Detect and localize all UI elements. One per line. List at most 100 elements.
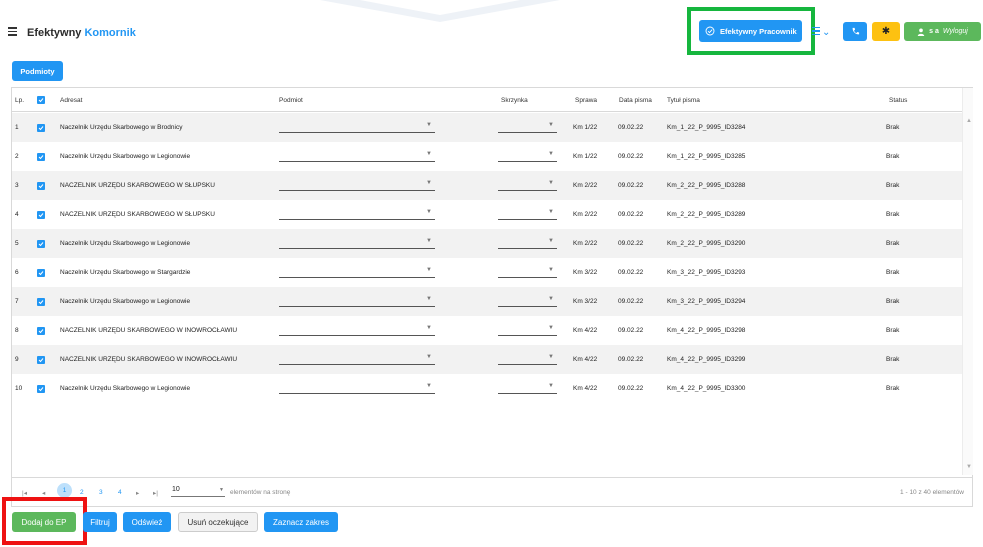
cell-status: Brak (886, 182, 900, 189)
cell-data-pisma: 09.02.22 (618, 356, 644, 363)
col-sprawa[interactable]: Sprawa (575, 97, 597, 104)
podmiot-select[interactable]: Urząd Skarbowy w Legionowie ▼ (279, 381, 435, 394)
scroll-up-icon[interactable]: ▲ (966, 118, 972, 124)
podmiot-select[interactable]: Urząd Skarbowy w Legionowie ▼ (279, 294, 435, 307)
chevron-down-icon: ▼ (548, 267, 554, 273)
row-checkbox[interactable] (37, 182, 45, 190)
skrzynka-select[interactable]: eZajecia ▼ (498, 207, 557, 220)
logout-button[interactable]: s a Wyloguj (904, 22, 981, 41)
chevron-down-icon: ▼ (426, 383, 432, 389)
podmiot-select[interactable]: URZĄD SKARBOWY W INOWROCŁAWIU ▼ (279, 352, 435, 365)
skrzynka-value: eZajecia (498, 363, 528, 364)
chevron-down-icon: ▼ (548, 151, 554, 157)
data-table: Lp. Adresat Podmiot Skrzynka Sprawa Data… (11, 87, 973, 507)
table-row[interactable]: 8 NACZELNIK URZĘDU SKARBOWEGO W INOWROCŁA… (12, 316, 962, 345)
row-checkbox[interactable] (37, 327, 45, 335)
skrzynka-select[interactable]: eZajecia ▼ (498, 352, 557, 365)
podmiot-select[interactable]: Urząd Skarbowy w Legionowie ▼ (279, 149, 435, 162)
podmiot-select[interactable]: URZĄD SKARBOWY W STARGARDZIE ▼ (279, 265, 435, 278)
cell-sprawa: Km 4/22 (573, 356, 598, 363)
brand-part1: Efektywny (27, 27, 82, 39)
skrzynka-select[interactable]: eZajecia ▼ (498, 323, 557, 336)
cell-sprawa: Km 1/22 (573, 124, 598, 131)
range-label: 1 - 10 z 40 elementów (900, 489, 964, 496)
row-checkbox[interactable] (37, 298, 45, 306)
podmiot-select[interactable]: Urząd Skarbowy w Legionowie ▼ (279, 236, 435, 249)
table-row[interactable]: 3 NACZELNIK URZĘDU SKARBOWEGO W SŁUPSKU UR… (12, 171, 962, 200)
podmioty-button[interactable]: Podmioty (12, 61, 63, 81)
skrzynka-select[interactable]: eZajecia ▼ (498, 381, 557, 394)
page-size-select[interactable]: 10 ▼ (171, 484, 225, 497)
skrzynka-select[interactable]: eZajecia ▼ (498, 178, 557, 191)
table-row[interactable]: 10 Naczelnik Urzędu Skarbowego w Legionow… (12, 374, 962, 403)
last-page-button[interactable]: ▸| (153, 489, 158, 497)
chevron-down-icon: ▼ (548, 180, 554, 186)
row-checkbox[interactable] (37, 240, 45, 248)
table-row[interactable]: 9 NACZELNIK URZĘDU SKARBOWEGO W INOWROCŁA… (12, 345, 962, 374)
page-4-button[interactable]: 4 (118, 489, 122, 496)
row-checkbox[interactable] (37, 269, 45, 277)
menu-dropdown[interactable]: ⌄ (812, 24, 836, 40)
podmiot-value: URZĄD SKARBOWY W INOWROCŁAWIU (279, 334, 435, 335)
settings-button[interactable]: ✱ (872, 22, 900, 41)
skrzynka-select[interactable]: eZajecia ▼ (498, 294, 557, 307)
row-checkbox[interactable] (37, 124, 45, 132)
page-2-button[interactable]: 2 (80, 489, 84, 496)
hamburger-icon[interactable] (8, 27, 17, 36)
row-checkbox[interactable] (37, 356, 45, 364)
row-checkbox[interactable] (37, 211, 45, 219)
scroll-down-icon[interactable]: ▼ (966, 464, 972, 470)
skrzynka-value: eZajecia (498, 189, 528, 190)
table-row[interactable]: 1 Naczelnik Urzędu Skarbowego w Brodnicy U… (12, 113, 962, 142)
odswiez-button[interactable]: Odśwież (123, 512, 171, 532)
col-data-pisma[interactable]: Data pisma (619, 97, 652, 104)
table-row[interactable]: 2 Naczelnik Urzędu Skarbowego w Legionowi… (12, 142, 962, 171)
cell-lp: 8 (15, 327, 19, 334)
zaznacz-zakres-button[interactable]: Zaznacz zakres (264, 512, 338, 532)
next-page-button[interactable]: ▸ (136, 489, 139, 497)
dodaj-do-ep-button[interactable]: Dodaj do EP (12, 512, 76, 532)
table-row[interactable]: 6 Naczelnik Urzędu Skarbowego w Stargardz… (12, 258, 962, 287)
skrzynka-select[interactable]: eZajecia ▼ (498, 149, 557, 162)
col-lp[interactable]: Lp. (15, 97, 24, 104)
page-3-button[interactable]: 3 (99, 489, 103, 496)
table-row[interactable]: 4 NACZELNIK URZĘDU SKARBOWEGO W SŁUPSKU UR… (12, 200, 962, 229)
skrzynka-select[interactable]: eZajecia ▼ (498, 265, 557, 278)
first-page-button[interactable]: |◂ (22, 489, 27, 497)
skrzynka-select[interactable]: eZajecia ▼ (498, 236, 557, 249)
cell-adresat: NACZELNIK URZĘDU SKARBOWEGO W INOWROCŁAW… (60, 327, 238, 334)
col-tytul-pisma[interactable]: Tytuł pisma (667, 97, 700, 104)
cell-status: Brak (886, 211, 900, 218)
table-scrollbar[interactable]: ▲ ▼ (962, 88, 973, 475)
per-page-label: elementów na stronę (230, 489, 291, 496)
cell-tytul-pisma: Km_3_22_P_9995_ID3293 (667, 269, 746, 276)
cell-lp: 10 (15, 385, 23, 392)
prev-page-button[interactable]: ◂ (42, 489, 45, 497)
podmiot-select[interactable]: URZĄD SKARBOWY W INOWROCŁAWIU ▼ (279, 323, 435, 336)
col-podmiot[interactable]: Podmiot (279, 97, 303, 104)
podmiot-value: URZĄD SKARBOWY W BRODNICY (279, 131, 417, 132)
phone-icon (852, 27, 859, 35)
col-adresat[interactable]: Adresat (60, 97, 82, 104)
chevron-down-icon: ▼ (426, 267, 432, 273)
podmiot-select[interactable]: URZĄD SKARBOWY W SŁUPSKU ▼ (279, 178, 435, 191)
table-row[interactable]: 5 Naczelnik Urzędu Skarbowego w Legionowi… (12, 229, 962, 258)
col-skrzynka[interactable]: Skrzynka (501, 97, 528, 104)
cell-lp: 2 (15, 153, 19, 160)
row-checkbox[interactable] (37, 153, 45, 161)
page-1-button[interactable]: 1 (57, 483, 72, 498)
row-checkbox[interactable] (37, 385, 45, 393)
phone-button[interactable] (843, 22, 867, 41)
podmiot-select[interactable]: URZĄD SKARBOWY W BRODNICY ▼ (279, 120, 435, 133)
col-status[interactable]: Status (889, 97, 907, 104)
skrzynka-select[interactable]: eZajecia ▼ (498, 120, 557, 133)
table-row[interactable]: 7 Naczelnik Urzędu Skarbowego w Legionowi… (12, 287, 962, 316)
usun-oczekujace-button[interactable]: Usuń oczekujące (178, 512, 258, 532)
select-all-checkbox[interactable] (37, 96, 45, 104)
cell-lp: 4 (15, 211, 19, 218)
cell-sprawa: Km 2/22 (573, 182, 598, 189)
filtruj-button[interactable]: Filtruj (83, 512, 117, 532)
chevron-down-icon: ▼ (426, 209, 432, 215)
podmiot-select[interactable]: URZĄD SKARBOWY W SŁUPSKU ▼ (279, 207, 435, 220)
efektywny-pracownik-button[interactable]: Efektywny Pracownik (699, 20, 802, 42)
